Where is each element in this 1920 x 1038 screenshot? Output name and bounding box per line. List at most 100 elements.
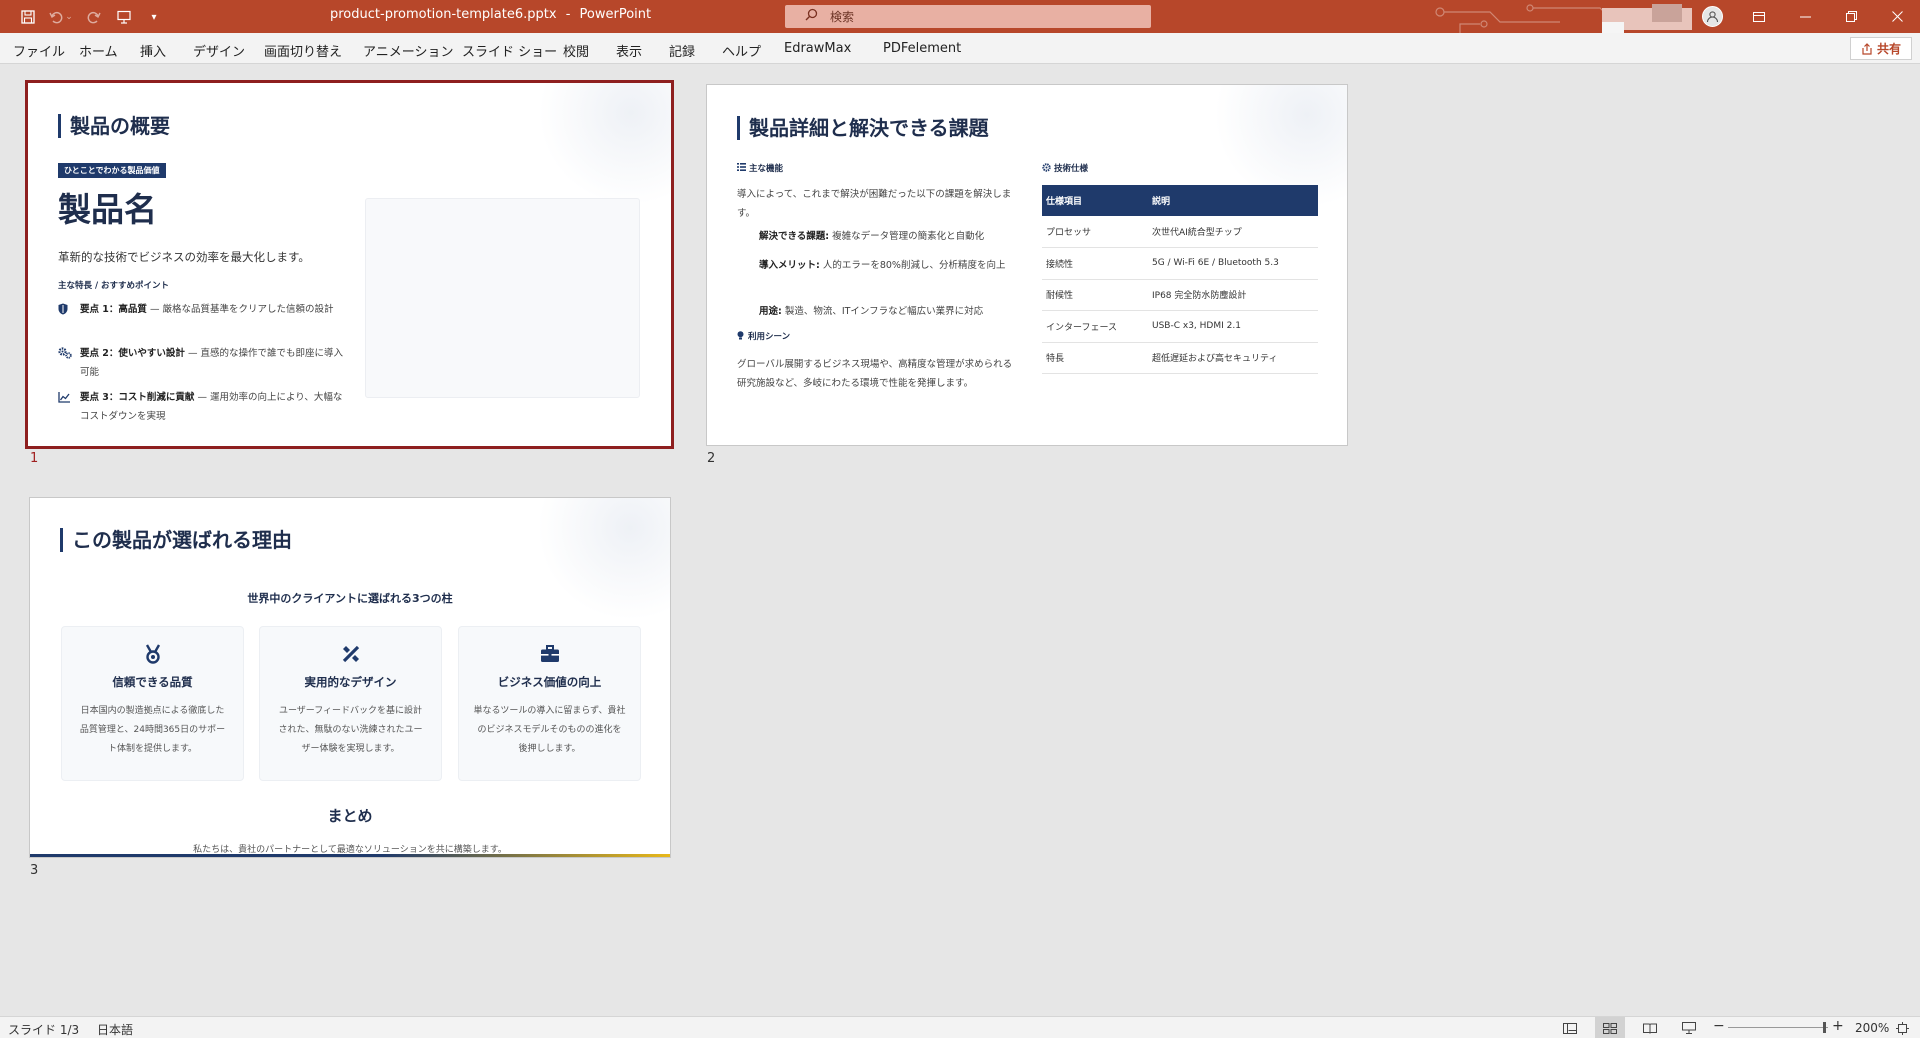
share-label: 共有 [1876,42,1901,56]
tab-review[interactable]: 校閲 [563,41,589,60]
detail-item-3: 用途: 製造、物流、ITインフラなど幅広い業界に対応 [759,302,1017,321]
tab-help[interactable]: ヘルプ [722,41,761,60]
card-title: 信頼できる品質 [112,675,193,689]
slide-number-3: 3 [30,863,39,878]
undo-dropdown-icon[interactable]: ⌄ [64,7,74,27]
share-icon [1862,42,1872,55]
slide-thumbnail-2[interactable]: 製品詳細と解決できる課題 主な機能 導入によって、これまで解決が困難だった以下の… [706,84,1348,446]
share-button[interactable]: 共有 [1849,37,1912,60]
close-button[interactable] [1874,0,1920,33]
title-separator: - [565,7,571,22]
feature-point-3: 要点 3：コスト削減に貢献 — 運用効率の向上により、大幅なコストダウンを実現 [58,388,348,426]
point-label: 要点 1：高品質 [80,304,147,315]
item-label: 用途: [759,306,782,317]
tab-insert[interactable]: 挿入 [140,41,166,60]
zoom-slider[interactable] [1728,1027,1828,1028]
briefcase-icon [539,643,561,665]
table-row: 特長 超低遅延および高セキュリティ [1042,342,1318,374]
features-intro: 導入によって、これまで解決が困難だった以下の課題を解決します。 [737,189,1012,219]
feature-point-2: 要点 2：使いやすい設計 — 直感的な操作で誰でも即座に導入可能 [58,344,348,382]
slide-number-1: 1 [30,451,39,466]
spec-header-row: 仕様項目 説明 [1042,185,1318,216]
feature-point-1: 要点 1：高品質 — 厳格な品質基準をクリアした信頼の設計 [58,300,348,319]
ribbon-display-options-button[interactable] [1736,0,1782,33]
fit-to-window-icon[interactable] [1890,1017,1914,1038]
spec-col-desc: 説明 [1148,185,1318,216]
zoom-slider-thumb[interactable] [1823,1022,1826,1033]
item-label: 解決できる課題: [759,231,830,242]
customize-toolbar-icon[interactable]: ▾ [144,7,164,27]
tab-record[interactable]: 記録 [669,41,695,60]
zoom-in-button[interactable]: + [1832,1018,1844,1034]
restore-button[interactable] [1828,0,1874,33]
design-tools-icon [340,643,362,665]
gear-icon [1042,162,1054,175]
spec-name: 特長 [1042,342,1148,374]
ribbon-tabs: ファイル ホーム 挿入 デザイン 画面切り替え アニメーション スライド ショー… [0,33,1920,64]
slide-indicator[interactable]: スライド 1/3 [8,1021,79,1038]
tab-design[interactable]: デザイン [193,41,245,60]
footer-accent-bar [30,854,670,857]
scene-heading: 利用シーン [737,330,790,343]
normal-view-icon[interactable] [1555,1017,1585,1038]
search-input[interactable] [830,9,1130,24]
table-row: 接続性 5G / Wi-Fi 6E / Bluetooth 5.3 [1042,247,1318,280]
item-label: 導入メリット: [759,260,820,271]
lightbulb-icon [737,330,748,343]
slide-subtitle: 世界中のクライアントに選ばれる3つの柱 [247,592,453,605]
save-icon[interactable] [18,7,38,27]
reading-view-icon[interactable] [1635,1017,1665,1038]
slideshow-view-icon[interactable] [1674,1017,1704,1038]
product-description: 革新的な技術でビジネスの効率を最大化します。 [58,250,310,264]
tab-animations[interactable]: アニメーション [363,41,453,60]
tab-home[interactable]: ホーム [79,41,118,60]
avatar[interactable] [1702,6,1723,27]
card-title: 実用的なデザイン [304,675,397,689]
search-box[interactable] [785,5,1151,28]
account-name-redacted [1602,4,1702,33]
value-tag: ひとことでわかる製品価値 [58,163,166,178]
spec-heading: 技術仕様 [1042,162,1088,175]
summary-title: まとめ [327,807,373,825]
zoom-level[interactable]: 200% [1855,1021,1889,1035]
tab-file[interactable]: ファイル [13,41,65,60]
tab-edrawmax[interactable]: EdrawMax [784,41,851,56]
status-bar: スライド 1/3 日本語 − + 200% [0,1016,1920,1038]
zoom-out-button[interactable]: − [1713,1018,1725,1034]
shield-icon [58,303,72,317]
tab-transitions[interactable]: 画面切り替え [264,41,342,60]
slide-title: 製品の概要 [58,114,170,138]
language-indicator[interactable]: 日本語 [97,1021,133,1038]
table-row: 耐候性 IP68 完全防水防塵設計 [1042,279,1318,311]
features-heading-text: 主な機能 [749,164,784,174]
slide-title: 製品詳細と解決できる課題 [737,116,989,140]
list-icon [737,163,749,174]
undo-icon[interactable] [46,7,66,27]
slide-sorter-icon[interactable] [1595,1017,1625,1038]
tab-view[interactable]: 表示 [616,41,642,60]
spec-value: 超低遅延および高セキュリティ [1148,342,1318,374]
redo-icon[interactable] [84,7,104,27]
spec-heading-text: 技術仕様 [1054,164,1089,174]
scene-heading-text: 利用シーン [748,332,791,342]
tab-pdfelement[interactable]: PDFelement [883,41,961,56]
tab-slideshow[interactable]: スライド ショー [462,41,557,60]
background-glow [531,83,671,213]
features-subheading: 主な特長 / おすすめポイント [58,281,170,291]
slide-thumbnail-3[interactable]: この製品が選ばれる理由 世界中のクライアントに選ばれる3つの柱 信頼できる品質 … [29,497,671,858]
slide-thumbnail-1[interactable]: 製品の概要 ひとことでわかる製品価値 製品名 革新的な技術でビジネスの効率を最大… [25,80,674,449]
present-from-start-icon[interactable] [114,7,134,27]
detail-item-2: 導入メリット: 人的エラーを80%削減し、分析精度を向上 [759,256,1017,275]
spec-name: プロセッサ [1042,216,1148,248]
card-text: 単なるツールの導入に留まらず、貴社のビジネスモデルそのものの進化を後押しします。 [473,706,626,754]
chart-line-icon [58,391,72,405]
point-text: — 厳格な品質基準をクリアした信頼の設計 [146,304,334,315]
app-name: PowerPoint [579,7,652,22]
card-title: ビジネス価値の向上 [497,675,602,689]
search-icon [805,8,818,25]
spec-value: IP68 完全防水防塵設計 [1148,279,1318,311]
detail-item-1: 解決できる課題: 複雑なデータ管理の簡素化と自動化 [759,227,1017,246]
reason-card-quality: 信頼できる品質 日本国内の製造拠点による徹底した品質管理と、24時間365日のサ… [61,626,244,781]
minimize-button[interactable] [1782,0,1828,33]
document-filename: product-promotion-template6.pptx [330,7,557,22]
